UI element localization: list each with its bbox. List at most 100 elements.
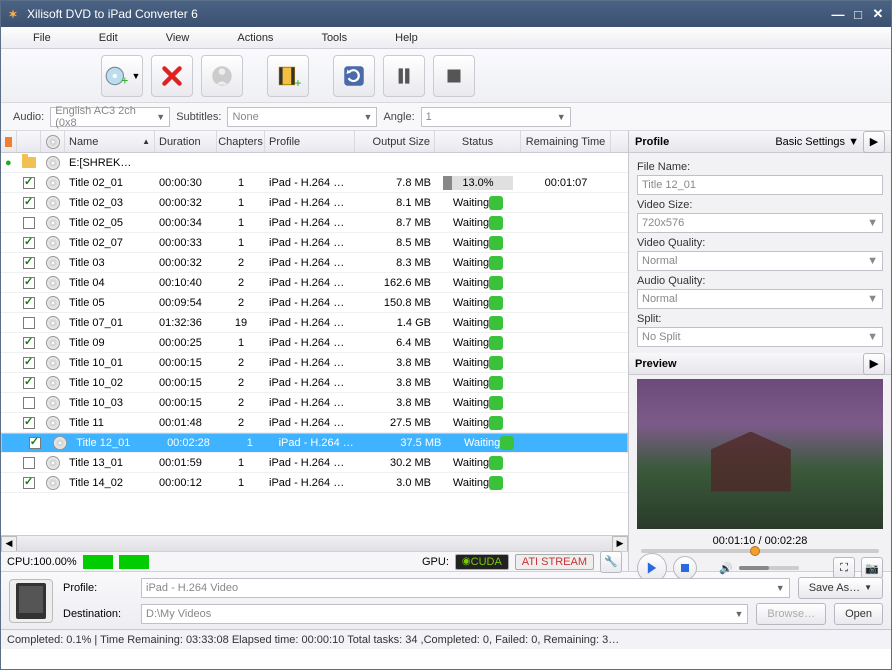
menu-view[interactable]: View: [142, 29, 214, 47]
row-checkbox[interactable]: [23, 297, 35, 309]
table-row[interactable]: Title 10_0100:00:152iPad - H.264 …3.8 MB…: [1, 353, 628, 373]
table-row[interactable]: Title 0500:09:542iPad - H.264 …150.8 MBW…: [1, 293, 628, 313]
split-select[interactable]: No Split▼: [637, 327, 883, 347]
row-checkbox[interactable]: [23, 357, 35, 369]
table-row[interactable]: Title 10_0300:00:152iPad - H.264 …3.8 MB…: [1, 393, 628, 413]
table-row[interactable]: Title 07_0101:32:3619iPad - H.264 …1.4 G…: [1, 313, 628, 333]
table-row[interactable]: Title 12_0100:02:281iPad - H.264 …37.5 M…: [1, 433, 628, 453]
row-checkbox[interactable]: [23, 177, 35, 189]
disc-icon: [46, 336, 60, 350]
row-checkbox[interactable]: [23, 417, 35, 429]
add-disc-button[interactable]: +▼: [101, 55, 143, 97]
preview-time: 00:01:10 / 00:02:28: [629, 533, 891, 549]
menu-tools[interactable]: Tools: [297, 29, 371, 47]
row-checkbox[interactable]: [23, 477, 35, 489]
stop-button[interactable]: [433, 55, 475, 97]
row-checkbox[interactable]: [23, 197, 35, 209]
table-row[interactable]: Title 0400:10:402iPad - H.264 …162.6 MBW…: [1, 273, 628, 293]
disc-icon: [46, 316, 60, 330]
settings-button[interactable]: 🔧: [600, 551, 622, 573]
row-checkbox[interactable]: [23, 337, 35, 349]
angle-select[interactable]: 1▼: [421, 107, 571, 127]
table-row[interactable]: Title 13_0100:01:591iPad - H.264 …30.2 M…: [1, 453, 628, 473]
horizontal-scrollbar[interactable]: ◀▶: [1, 535, 628, 551]
table-row[interactable]: Title 02_0100:00:301iPad - H.264 …7.8 MB…: [1, 173, 628, 193]
menu-edit[interactable]: Edit: [75, 29, 142, 47]
disc-icon: [46, 456, 60, 470]
seek-slider[interactable]: [641, 549, 879, 553]
disc-icon: [46, 396, 60, 410]
filename-label: File Name:: [637, 161, 883, 173]
table-row[interactable]: Title 02_0700:00:331iPad - H.264 …8.5 MB…: [1, 233, 628, 253]
waiting-icon: [489, 236, 503, 250]
row-checkbox[interactable]: [23, 397, 35, 409]
close-button[interactable]: ✕: [869, 7, 887, 21]
minimize-button[interactable]: —: [829, 7, 847, 21]
row-checkbox[interactable]: [23, 217, 35, 229]
menu-help[interactable]: Help: [371, 29, 442, 47]
grid-header: Name ▲ Duration Chapters Profile Output …: [1, 131, 628, 153]
folder-icon: [22, 157, 36, 168]
waiting-icon: [489, 396, 503, 410]
pause-button[interactable]: [383, 55, 425, 97]
disc-icon: [46, 236, 60, 250]
table-row[interactable]: Title 02_0300:00:321iPad - H.264 …8.1 MB…: [1, 193, 628, 213]
row-checkbox[interactable]: [29, 437, 41, 449]
table-row[interactable]: Title 02_0500:00:341iPad - H.264 …8.7 MB…: [1, 213, 628, 233]
add-clip-button[interactable]: +: [267, 55, 309, 97]
row-checkbox[interactable]: [23, 377, 35, 389]
bottom-panel: Profile: iPad - H.264 Video▼ Save As… ▼ …: [1, 571, 891, 629]
split-label: Split:: [637, 313, 883, 325]
profile-label: Profile:: [63, 582, 133, 594]
grid-body[interactable]: ●E:[SHREK…Title 02_0100:00:301iPad - H.2…: [1, 153, 628, 535]
row-checkbox[interactable]: [23, 317, 35, 329]
profile-panel-header: Profile Basic Settings ▼ ▶: [629, 131, 891, 153]
audio-select[interactable]: English AC3 2ch (0x8▼: [50, 107, 170, 127]
maximize-button[interactable]: □: [849, 7, 867, 21]
waiting-icon: [489, 456, 503, 470]
volume-icon[interactable]: 🔊: [719, 562, 733, 575]
videosize-label: Video Size:: [637, 199, 883, 211]
cpu-gpu-bar: CPU:100.00% GPU: ◉ CUDA ATI STREAM 🔧: [1, 551, 628, 571]
subtitles-select[interactable]: None▼: [227, 107, 377, 127]
basic-settings-dropdown[interactable]: Basic Settings ▼: [775, 136, 859, 148]
info-button[interactable]: [201, 55, 243, 97]
waiting-icon: [489, 476, 503, 490]
videosize-select[interactable]: 720x576▼: [637, 213, 883, 233]
delete-button[interactable]: [151, 55, 193, 97]
svg-text:+: +: [295, 75, 302, 88]
panel-toggle-button[interactable]: ▶: [863, 131, 885, 153]
row-checkbox[interactable]: [23, 257, 35, 269]
table-row[interactable]: Title 10_0200:00:152iPad - H.264 …3.8 MB…: [1, 373, 628, 393]
row-checkbox[interactable]: [23, 277, 35, 289]
videoquality-select[interactable]: Normal▼: [637, 251, 883, 271]
saveas-button[interactable]: Save As… ▼: [798, 577, 883, 599]
profile-select[interactable]: iPad - H.264 Video▼: [141, 578, 790, 598]
table-row[interactable]: Title 0900:00:251iPad - H.264 …6.4 MBWai…: [1, 333, 628, 353]
table-row[interactable]: Title 0300:00:322iPad - H.264 …8.3 MBWai…: [1, 253, 628, 273]
disc-icon: [46, 476, 60, 490]
table-row[interactable]: Title 14_0200:00:121iPad - H.264 …3.0 MB…: [1, 473, 628, 493]
window-title: Xilisoft DVD to iPad Converter 6: [27, 7, 827, 21]
open-button[interactable]: Open: [834, 603, 883, 625]
disc-icon: [46, 376, 60, 390]
audioquality-select[interactable]: Normal▼: [637, 289, 883, 309]
source-row[interactable]: ●E:[SHREK…: [1, 153, 628, 173]
filter-bar: Audio: English AC3 2ch (0x8▼ Subtitles: …: [1, 103, 891, 131]
menubar: FileEditViewActionsToolsHelp: [1, 27, 891, 49]
disc-icon: [46, 216, 60, 230]
volume-slider[interactable]: [739, 566, 799, 570]
convert-button[interactable]: [333, 55, 375, 97]
menu-actions[interactable]: Actions: [213, 29, 297, 47]
row-checkbox[interactable]: [23, 457, 35, 469]
row-checkbox[interactable]: [23, 237, 35, 249]
preview-toggle-button[interactable]: ▶: [863, 353, 885, 375]
titlebar: ✶ Xilisoft DVD to iPad Converter 6 — □ ✕: [1, 1, 891, 27]
browse-button[interactable]: Browse…: [756, 603, 826, 625]
table-row[interactable]: Title 1100:01:482iPad - H.264 …27.5 MBWa…: [1, 413, 628, 433]
filename-field[interactable]: Title 12_01: [637, 175, 883, 195]
destination-field[interactable]: D:\My Videos▼: [141, 604, 748, 624]
menu-file[interactable]: File: [9, 29, 75, 47]
preview-viewport[interactable]: [637, 379, 883, 529]
waiting-icon: [489, 316, 503, 330]
